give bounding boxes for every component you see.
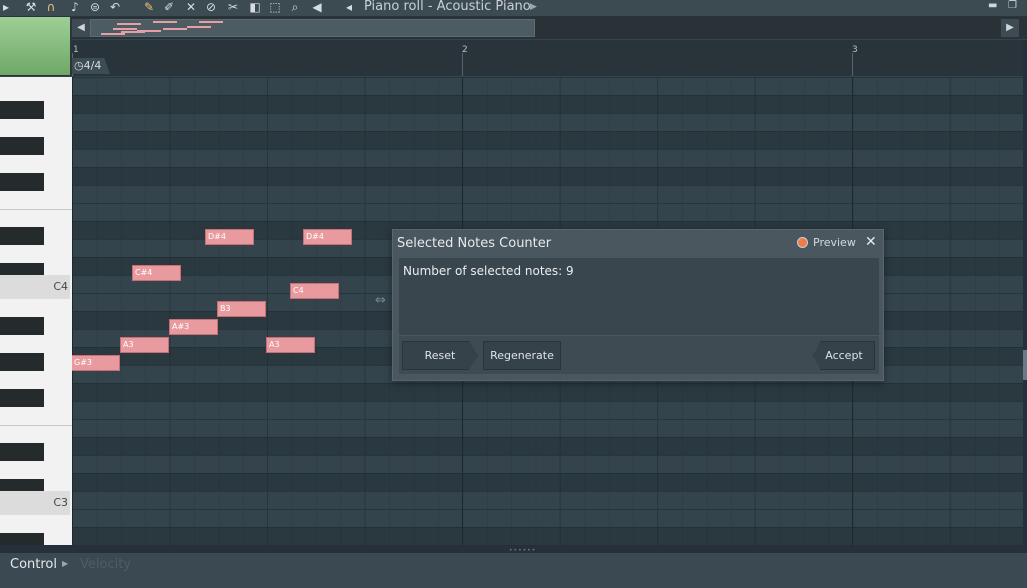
vertical-scroll-thumb[interactable] — [1023, 350, 1027, 380]
note[interactable]: G#3 — [72, 355, 120, 371]
grid-row — [72, 437, 1023, 455]
reset-button[interactable]: Reset — [402, 341, 478, 370]
tool-corner — [0, 17, 72, 76]
minimize-icon[interactable]: ▬ — [988, 0, 1000, 12]
grid-row — [72, 473, 1023, 491]
note-icon[interactable]: ♪ — [68, 0, 82, 14]
bar-tick — [852, 53, 853, 76]
overview-note — [101, 33, 125, 35]
scroll-right-icon[interactable]: ▶ — [1001, 19, 1019, 37]
time-signature-value: 4/4 — [83, 59, 102, 72]
toolbar: ▸ ⚒ ∩ ♪ ⊜ ↶ ✎ ✐ ✕ ⊘ ✂ ◧ ⬚ ⌕ ◀ ◂ Piano ro… — [0, 0, 1027, 17]
title-arrow-icon[interactable]: ▶ — [530, 0, 537, 14]
key-divider — [0, 209, 72, 210]
dialog-footer: Reset Regenerate Accept — [399, 336, 879, 374]
magnet-icon[interactable]: ∩ — [44, 0, 58, 14]
vertical-scrollbar[interactable] — [1023, 40, 1027, 545]
speaker-icon[interactable]: ◂ — [342, 0, 356, 14]
window-title: Piano roll - Acoustic Piano — [364, 0, 531, 14]
undo-icon[interactable]: ↶ — [108, 0, 122, 14]
black-key[interactable] — [0, 101, 44, 119]
accept-button[interactable]: Accept — [813, 341, 875, 370]
note[interactable]: A#3 — [169, 319, 218, 335]
dialog-body: Number of selected notes: 9 — [399, 258, 879, 335]
regenerate-button[interactable]: Regenerate — [483, 341, 561, 370]
preview-label[interactable]: Preview — [813, 236, 856, 249]
restore-icon[interactable]: ❐ — [1008, 0, 1020, 12]
select-icon[interactable]: ◧ — [248, 0, 262, 14]
grid-row — [72, 131, 1023, 149]
control-arrow-icon[interactable]: ▶ — [62, 559, 68, 568]
bar-number: 1 — [73, 45, 79, 55]
black-key[interactable] — [0, 533, 44, 545]
black-key[interactable] — [0, 317, 44, 335]
overview-note — [187, 26, 211, 28]
timeline-ruler[interactable]: 1 2 3 ◷4/4 — [72, 40, 1027, 76]
mute-brush-icon[interactable]: ⊘ — [204, 0, 218, 14]
resize-arrows-icon[interactable]: ⇔ — [375, 293, 386, 308]
overview-note — [113, 28, 137, 30]
black-key[interactable] — [0, 173, 44, 191]
time-signature[interactable]: ◷4/4 — [72, 58, 110, 74]
overview-note — [153, 21, 177, 23]
key-label-c4: C4 — [53, 280, 68, 293]
piano-keyboard[interactable]: C4 C3 — [0, 77, 72, 545]
bar-tick — [462, 53, 463, 76]
black-key[interactable] — [0, 353, 44, 371]
black-key[interactable] — [0, 137, 44, 155]
key-divider — [0, 425, 72, 426]
black-key[interactable] — [0, 227, 44, 245]
note[interactable]: D#4 — [205, 229, 254, 245]
preview-toggle[interactable] — [797, 237, 808, 248]
grid-row — [72, 383, 1023, 401]
slice-icon[interactable]: ✂ — [226, 0, 240, 14]
black-key[interactable] — [0, 389, 44, 407]
note[interactable]: C#4 — [132, 265, 181, 281]
playback-icon[interactable]: ◀ — [310, 0, 324, 14]
selected-count-message: Number of selected notes: 9 — [403, 264, 574, 278]
delete-brush-icon[interactable]: ✕ — [184, 0, 198, 14]
panel-divider[interactable]: •••••• — [0, 545, 1027, 554]
pencil-icon[interactable]: ✎ — [142, 0, 156, 14]
velocity-label[interactable]: Velocity — [80, 557, 131, 572]
dialog-title: Selected Notes Counter — [397, 236, 552, 251]
key-label-c3: C3 — [53, 496, 68, 509]
grid-row — [72, 167, 1023, 185]
note[interactable]: B3 — [217, 301, 266, 317]
overview-note — [163, 28, 187, 30]
play-arrow-icon[interactable]: ▸ — [2, 0, 10, 14]
overview-note — [117, 23, 141, 25]
black-key[interactable] — [0, 443, 44, 461]
zoom-icon[interactable]: ⌕ — [288, 0, 302, 14]
overview-note — [121, 31, 145, 33]
grid-row — [72, 527, 1023, 545]
close-icon[interactable]: ✕ — [865, 234, 877, 250]
overview-note — [199, 21, 223, 23]
selected-notes-dialog: Selected Notes Counter Preview ✕ Number … — [392, 229, 884, 381]
channel-shape[interactable] — [0, 17, 70, 75]
wrench-icon[interactable]: ⚒ — [24, 0, 38, 14]
grid-row — [72, 95, 1023, 113]
control-label[interactable]: Control — [10, 557, 57, 572]
paint-brush-icon[interactable]: ✐ — [162, 0, 176, 14]
note[interactable]: A3 — [266, 337, 315, 353]
overview-window[interactable] — [90, 19, 535, 37]
note[interactable]: A3 — [120, 337, 169, 353]
note[interactable]: C4 — [290, 283, 339, 299]
menu-circle-icon[interactable]: ⊜ — [88, 0, 102, 14]
select-box-icon[interactable]: ⬚ — [268, 0, 282, 14]
overview-scrollbar[interactable]: ◀ ▶ — [72, 17, 1027, 39]
note[interactable]: D#4 — [303, 229, 352, 245]
event-panel: Control ▶ Velocity — [0, 553, 1027, 588]
scroll-left-icon[interactable]: ◀ — [72, 19, 90, 37]
